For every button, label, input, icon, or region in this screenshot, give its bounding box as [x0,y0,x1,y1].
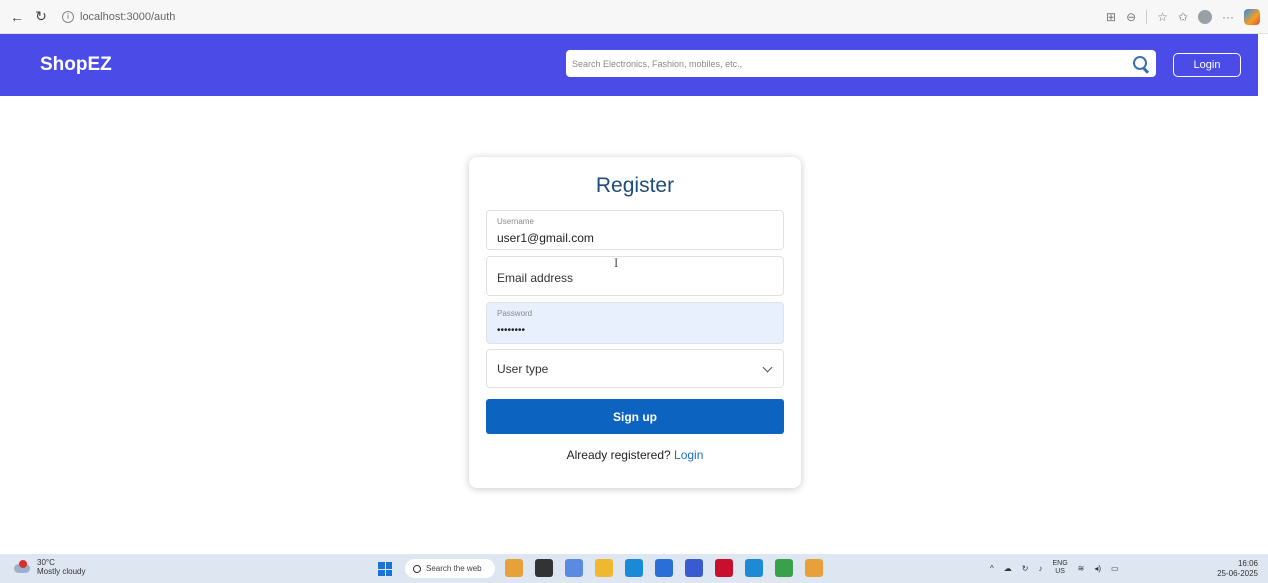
update-icon[interactable]: ↻ [1022,564,1029,573]
login-prompt: Already registered? Login [469,448,801,462]
language-code: ENG [1052,560,1068,567]
files-app-icon[interactable] [595,559,613,577]
username-value: user1@gmail.com [497,231,594,245]
mic-icon[interactable]: ♪ [1038,564,1042,573]
favorites-list-icon[interactable]: ✩ [1178,10,1188,24]
weather-widget[interactable]: 30°C Mostly cloudy [14,558,85,576]
register-card: Register Username user1@gmail.com Email … [469,157,801,488]
taskbar-search-label: Search the web [426,564,482,573]
address-bar[interactable]: i localhost:3000/auth [62,10,176,23]
temperature: 30°C [37,558,55,567]
taskbar-search-icon [413,564,421,573]
zoom-icon[interactable]: ⊖ [1126,10,1136,24]
search-bar [566,50,1156,77]
back-icon[interactable]: ← [8,8,26,26]
browser-actions: ⊞ ⊖ ☆ ✩ ··· [1106,8,1260,25]
onedrive-icon[interactable]: ☁ [1004,564,1012,573]
text-cursor-icon: I [614,255,619,270]
clock-time: 16:06 [1237,559,1258,568]
brand-logo[interactable]: ShopEZ [40,54,112,76]
app-header: ShopEZ Login [0,34,1258,96]
user-type-select[interactable]: User type [486,349,784,388]
favorite-icon[interactable]: ☆ [1157,10,1168,24]
header-login-button[interactable]: Login [1173,53,1241,77]
vscode-app-icon[interactable] [745,559,763,577]
chevron-up-icon[interactable]: ^ [990,564,994,573]
user-type-placeholder: User type [497,362,549,376]
password-value: •••••••• [497,325,526,336]
already-registered-text: Already registered? [566,448,671,462]
username-field[interactable]: Username user1@gmail.com [486,210,784,250]
email-field[interactable]: Email address [486,256,784,296]
url-text: localhost:3000/auth [80,10,176,23]
email-placeholder: Email address [497,271,574,285]
copilot-icon[interactable] [1244,8,1260,25]
taskbar-search[interactable]: Search the web [405,559,495,578]
signup-button[interactable]: Sign up [486,399,784,434]
weather-text: 30°C Mostly cloudy [37,558,85,576]
info-icon[interactable]: i [62,10,74,23]
battery-icon[interactable]: ▭ [1111,564,1119,573]
password-field[interactable]: Password •••••••• [486,302,784,344]
copilot-app-icon[interactable] [565,559,583,577]
store-app-icon[interactable] [655,559,673,577]
profile-avatar-icon[interactable] [1198,9,1212,24]
system-tray: ^ ☁ ↻ ♪ ENG US ≋ ◂) ▭ [990,560,1119,576]
photos-app-icon[interactable] [685,559,703,577]
password-label: Password [497,309,533,318]
volume-icon[interactable]: ◂) [1094,564,1101,573]
chevron-down-icon [762,362,773,373]
region-code: US [1055,568,1065,575]
search-icon[interactable] [1132,55,1150,73]
clock[interactable]: 16:06 25-06-2025 [1217,559,1258,579]
git-app-icon[interactable] [805,559,823,577]
taskbar-apps [505,559,823,577]
username-label: Username [497,217,534,226]
widgets-app-icon[interactable] [505,559,523,577]
search-input[interactable] [572,58,1132,69]
reload-icon[interactable]: ↻ [32,8,50,26]
chrome-app-icon[interactable] [775,559,793,577]
clock-date: 25-06-2025 [1217,569,1258,578]
split-screen-icon[interactable]: ⊞ [1106,10,1116,24]
taskbar: 30°C Mostly cloudy Search the web ^ ☁ ↻ … [0,554,1268,583]
more-icon[interactable]: ··· [1222,10,1234,24]
browser-toolbar: ← ↻ i localhost:3000/auth ⊞ ⊖ ☆ ✩ ··· [0,0,1268,34]
language-indicator[interactable]: ENG US [1052,560,1067,576]
cloud-icon [14,560,32,574]
weather-condition: Mostly cloudy [37,567,86,576]
wifi-icon[interactable]: ≋ [1078,564,1085,573]
toolbar-divider [1146,9,1148,24]
mcafee-app-icon[interactable] [715,559,733,577]
windows-start-icon[interactable] [378,562,392,576]
register-title: Register [595,174,675,197]
login-link[interactable]: Login [674,448,703,462]
edge-app-icon[interactable] [625,559,643,577]
taskview-app-icon[interactable] [535,559,553,577]
